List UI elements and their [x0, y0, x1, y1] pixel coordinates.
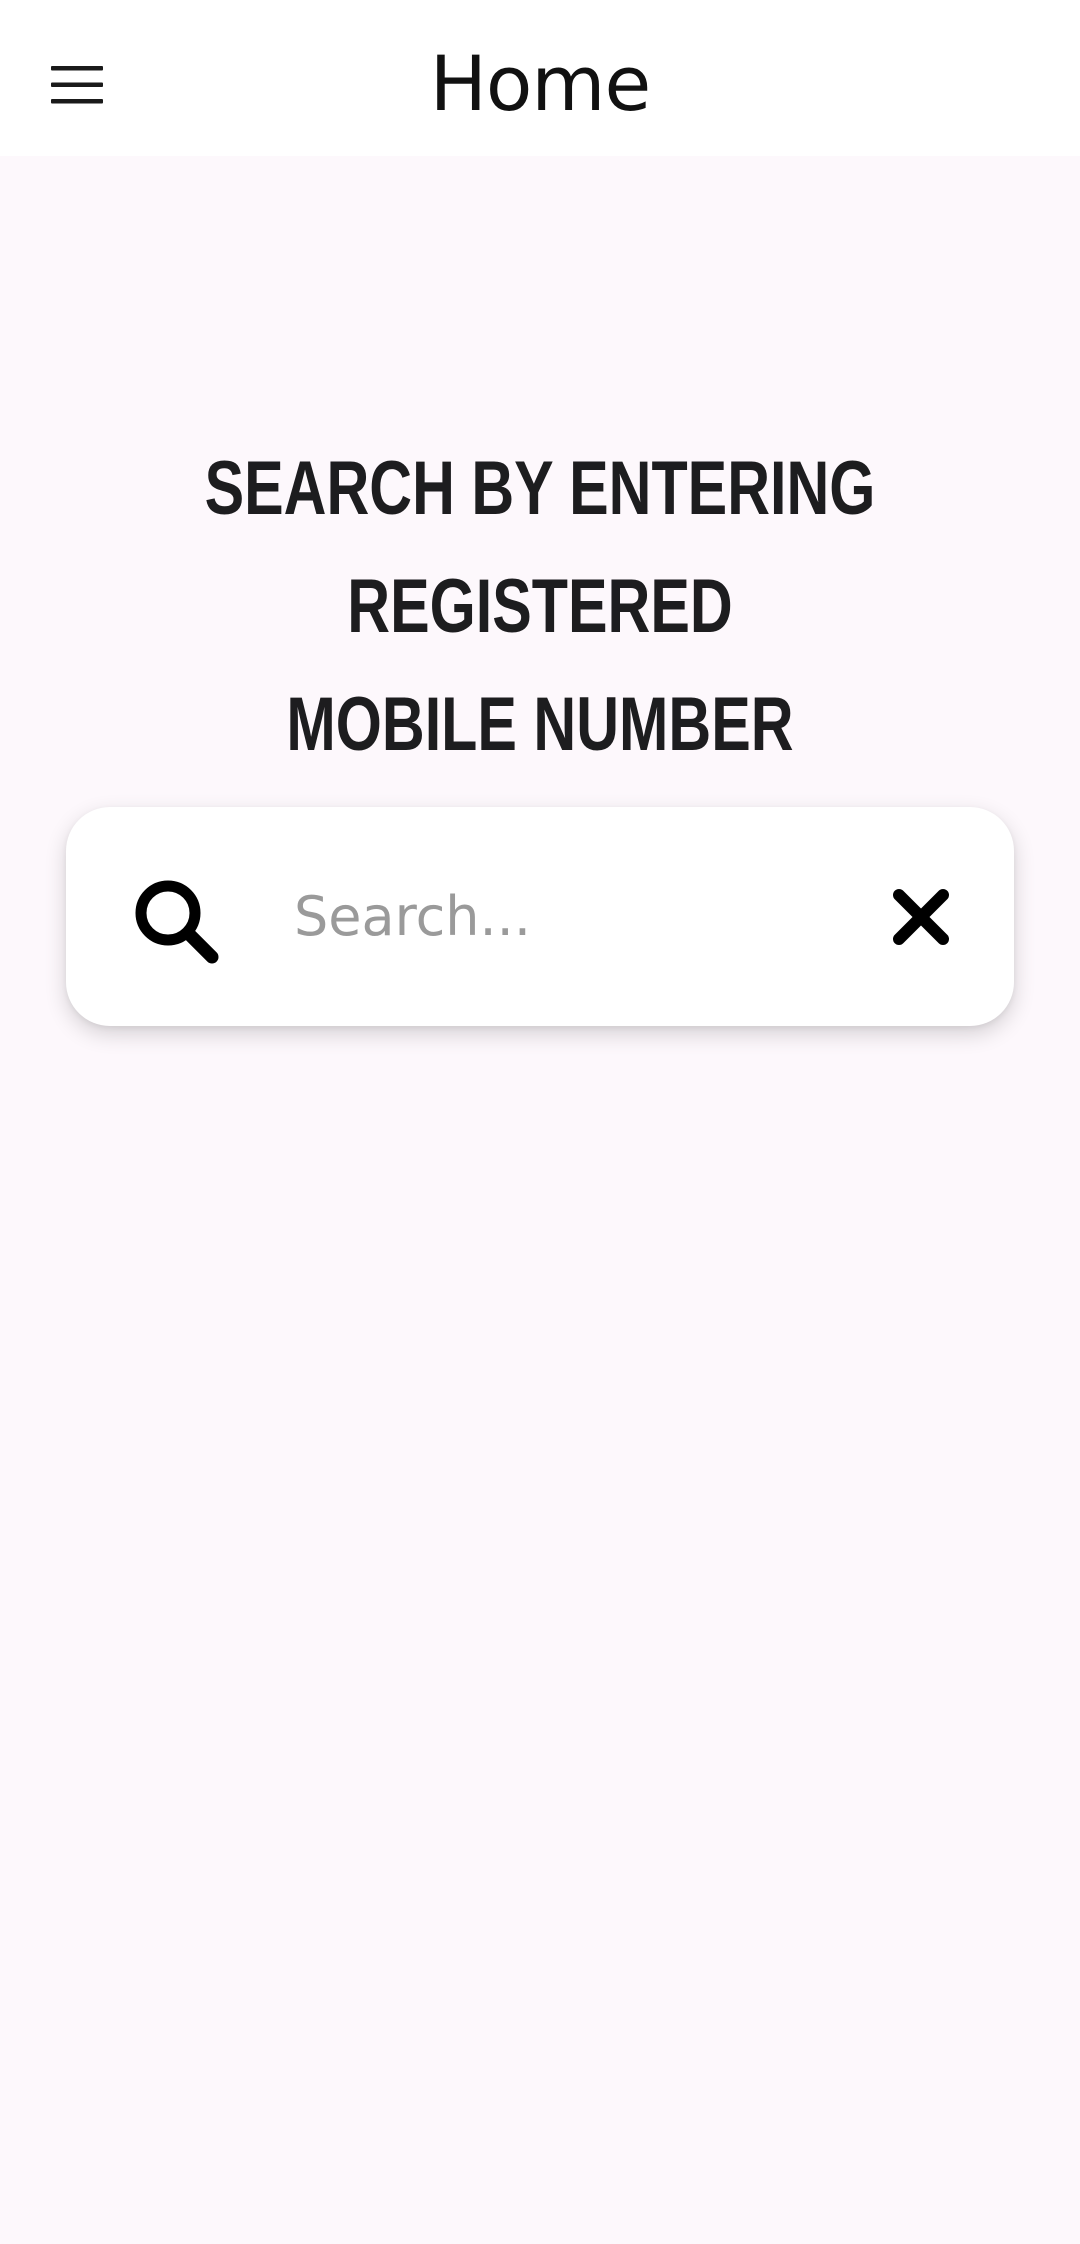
search-icon[interactable]	[132, 877, 222, 967]
search-bar	[66, 807, 1014, 1026]
heading-line-2: mobile number	[286, 682, 794, 767]
search-input[interactable]	[286, 859, 862, 973]
clear-search-button[interactable]	[866, 862, 976, 972]
close-icon	[893, 889, 949, 945]
app-bar: Home	[0, 0, 1080, 156]
page-title: Home	[429, 39, 651, 128]
search-instruction-heading: Search by entering registered mobile num…	[166, 430, 915, 784]
heading-line-1: Search by entering registered	[204, 446, 876, 649]
